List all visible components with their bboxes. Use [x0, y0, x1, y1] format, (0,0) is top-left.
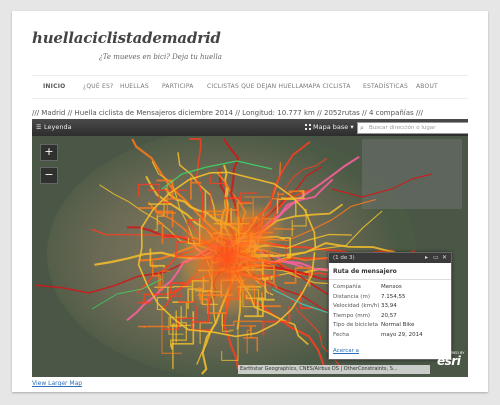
nav-item-about[interactable]: ABOUT	[416, 83, 438, 90]
legend-list-icon: ☰	[36, 124, 42, 131]
popup-row-value: Normal Bike	[381, 322, 415, 328]
basemap-grid-icon	[305, 124, 311, 130]
popup-maximize-icon[interactable]: ▭	[433, 253, 439, 263]
view-larger-map-link[interactable]: View Larger Map	[32, 380, 82, 387]
popup-row: Distancia (m) 7.154,55	[329, 293, 451, 303]
popup-row-key: Tiempo (mm)	[333, 312, 371, 319]
popup-header: (1 de 3) ▸ ▭ ✕	[329, 253, 451, 263]
popup-row-value: 20,57	[381, 312, 397, 319]
popup-row: Compañía Mensos	[329, 283, 451, 293]
popup-row: Velocidad (km/h) 33,94	[329, 302, 451, 312]
map-search-input[interactable]: ⌕ Buscar dirección o lugar	[357, 122, 468, 134]
nav-item-mapa-ciclista[interactable]: MAPA CICLISTA	[303, 83, 351, 90]
feature-popup: (1 de 3) ▸ ▭ ✕ Ruta de mensajero Compañí…	[328, 252, 452, 360]
legend-label: Leyenda	[44, 123, 72, 131]
page-headline: /// Madrid // Huella ciclista de Mensaje…	[32, 109, 423, 117]
nav-item-participa[interactable]: PARTICIPA	[162, 83, 194, 90]
popup-row: Tipo de bicicleta Normal Bike	[329, 321, 451, 331]
nav-item-estadisticas[interactable]: ESTADÍSTICAS	[363, 83, 408, 90]
popup-row-key: Fecha	[333, 331, 350, 338]
basemap-button[interactable]: Mapa base ▾	[305, 122, 354, 133]
search-icon: ⌕	[360, 124, 364, 132]
map-view[interactable]: ☰ Leyenda Mapa base ▾ ⌕ Buscar dirección o…	[32, 119, 468, 377]
popup-row: Tiempo (mm) 20,57	[329, 312, 451, 322]
popup-row-value: 33,94	[381, 303, 397, 309]
popup-row-key: Tipo de bicicleta	[333, 322, 378, 328]
popup-row-key: Velocidad (km/h)	[333, 303, 380, 309]
site-description: ¿Te mueves en bici? Deja tu huella	[99, 53, 222, 61]
popup-attributes: Compañía Mensos Distancia (m) 7.154,55 Vel…	[329, 280, 451, 340]
nav-item-que-es[interactable]: ¿QUÉ ES?	[83, 83, 113, 90]
map-toolbar: ☰ Leyenda Mapa base ▾ ⌕ Buscar dirección o…	[32, 119, 468, 136]
nav-item-huellas[interactable]: HUELLAS	[120, 83, 149, 90]
popup-counter: (1 de 3)	[333, 255, 355, 261]
popup-row-value: Mensos	[381, 284, 402, 290]
popup-row: Fecha mayo 29, 2014	[329, 331, 451, 341]
map-attribution: Earthstar Geographics, CNES/Airbus DS | …	[238, 365, 430, 374]
basemap-label: Mapa base	[313, 123, 349, 131]
zoom-controls: + −	[40, 144, 58, 190]
search-placeholder: Buscar dirección o lugar	[369, 125, 436, 131]
esri-logo[interactable]: esri	[437, 354, 461, 368]
nav-item-inicio[interactable]: INICIO	[43, 83, 65, 90]
site-title[interactable]: huellaciclistademadrid	[32, 29, 221, 47]
chevron-down-icon: ▾	[348, 123, 354, 131]
popup-row-value: mayo 29, 2014	[381, 331, 423, 338]
zoom-in-button[interactable]: +	[40, 144, 58, 161]
close-icon[interactable]: ✕	[442, 253, 447, 263]
popup-row-key: Compañía	[333, 284, 361, 290]
dense-routes-north	[229, 204, 285, 254]
main-nav: INICIO ¿QUÉ ES? HUELLAS PARTICIPA CICLIS…	[32, 75, 468, 99]
popup-row-key: Distancia (m)	[333, 293, 370, 300]
page: huellaciclistademadrid ¿Te mueves en bic…	[12, 11, 488, 392]
airport-area	[362, 139, 462, 209]
popup-title: Ruta de mensajero	[329, 263, 451, 280]
legend-button[interactable]: ☰ Leyenda	[36, 122, 72, 133]
zoom-out-button[interactable]: −	[40, 167, 58, 184]
zoom-to-link[interactable]: Acercar a	[333, 348, 359, 354]
popup-row-value: 7.154,55	[381, 293, 406, 300]
nav-item-ciclistas[interactable]: CICLISTAS QUE DEJAN HUELLA	[207, 83, 303, 90]
popup-next-icon[interactable]: ▸	[425, 253, 428, 263]
